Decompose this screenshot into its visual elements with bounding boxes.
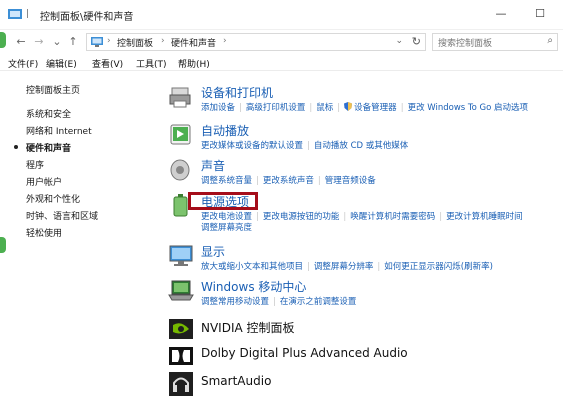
breadcrumb-separator: › <box>161 36 165 46</box>
category-devices-printers: 设备和打印机 添加设备 | 高级打印机设置 | 鼠标 | 设备管理器 | 更改 Windows … <box>168 84 558 114</box>
menu-tools[interactable]: 工具(T) <box>136 57 167 70</box>
category-title[interactable]: Windows 移动中心 <box>201 278 306 295</box>
uac-shield-icon <box>344 102 353 111</box>
address-dropdown-icon[interactable]: ⌄ <box>395 36 403 46</box>
nvidia-icon <box>169 319 193 339</box>
link-adjust-brightness[interactable]: 调整屏幕亮度 <box>201 221 252 233</box>
title-separator: | <box>26 9 30 19</box>
nav-programs[interactable]: 程序 <box>26 158 44 171</box>
laptop-icon <box>168 280 194 301</box>
link-change-media-defaults[interactable]: 更改媒体或设备的默认设置 <box>201 139 303 151</box>
back-arrow-icon[interactable]: ← <box>14 34 28 50</box>
maximize-button[interactable]: ☐ <box>525 4 555 24</box>
category-title[interactable]: Dolby Digital Plus Advanced Audio <box>201 346 408 360</box>
breadcrumb-hardware-sound[interactable]: 硬件和声音 <box>171 36 216 49</box>
navigation-bar: ← → ⌄ ↑ › 控制面板 › 硬件和声音 › ⌄ ↻ 搜索控制面板 ⌕ <box>0 30 563 54</box>
category-mobility-center: Windows 移动中心 调整常用移动设置 | 在演示之前调整设置 <box>168 278 558 308</box>
nav-control-panel-home[interactable]: 控制面板主页 <box>26 83 80 96</box>
menu-view[interactable]: 查看(V) <box>92 57 123 70</box>
category-links-second-line: 调整屏幕亮度 <box>201 221 252 233</box>
link-refresh-rate[interactable]: 如何更正显示器闪烁(刷新率) <box>384 260 493 272</box>
breadcrumb-control-panel[interactable]: 控制面板 <box>117 36 153 49</box>
link-power-button-function[interactable]: 更改电源按钮的功能 <box>263 210 340 222</box>
link-mobility-settings[interactable]: 调整常用移动设置 <box>201 295 269 307</box>
forward-arrow-icon[interactable]: → <box>32 34 46 50</box>
address-bar[interactable]: › 控制面板 › 硬件和声音 › ⌄ ↻ <box>86 33 426 51</box>
nav-appearance[interactable]: 外观和个性化 <box>26 192 80 205</box>
category-links: 调整系统音量 | 更改系统声音 | 管理音频设备 <box>201 174 376 186</box>
printer-icon <box>169 87 191 108</box>
category-title[interactable]: NVIDIA 控制面板 <box>201 319 295 336</box>
category-dolby: Dolby Digital Plus Advanced Audio <box>168 343 558 369</box>
headphones-icon <box>169 372 193 396</box>
up-arrow-icon[interactable]: ↑ <box>66 34 80 50</box>
control-panel-window: | 控制面板\硬件和声音 — ☐ ← → ⌄ ↑ › 控制面板 › 硬件和声音 … <box>0 0 563 411</box>
link-adjust-volume[interactable]: 调整系统音量 <box>201 174 252 186</box>
link-mouse[interactable]: 鼠标 <box>316 101 333 113</box>
dolby-icon <box>169 347 193 365</box>
search-placeholder: 搜索控制面板 <box>438 39 493 49</box>
link-presentation-settings[interactable]: 在演示之前调整设置 <box>280 295 357 307</box>
refresh-icon[interactable]: ↻ <box>412 35 421 48</box>
category-smartaudio: SmartAudio <box>168 371 558 397</box>
breadcrumb-separator: › <box>223 36 227 46</box>
current-item-bullet <box>14 145 18 149</box>
link-manage-audio-devices[interactable]: 管理音频设备 <box>325 174 376 186</box>
title-bar: | 控制面板\硬件和声音 — ☐ <box>0 0 563 30</box>
menu-bar: 文件(F) 编辑(E) 查看(V) 工具(T) 帮助(H) <box>0 55 563 71</box>
link-screen-resolution[interactable]: 调整屏幕分辨率 <box>314 260 374 272</box>
control-panel-icon <box>91 37 103 47</box>
category-links: 调整常用移动设置 | 在演示之前调整设置 <box>201 295 357 307</box>
category-title[interactable]: 设备和打印机 <box>201 84 273 101</box>
link-text-size[interactable]: 放大或缩小文本和其他项目 <box>201 260 303 272</box>
category-autoplay: 自动播放 更改媒体或设备的默认设置 | 自动播放 CD 或其他媒体 <box>168 122 558 152</box>
category-links: 放大或缩小文本和其他项目 | 调整屏幕分辨率 | 如何更正显示器闪烁(刷新率) <box>201 260 493 272</box>
category-title[interactable]: 显示 <box>201 243 225 260</box>
autoplay-icon <box>170 124 191 145</box>
category-sound: 声音 调整系统音量 | 更改系统声音 | 管理音频设备 <box>168 157 558 187</box>
left-navigation: 控制面板主页 系统和安全 网络和 Internet 硬件和声音 程序 用户帐户 … <box>0 72 140 411</box>
minimize-button[interactable]: — <box>486 4 516 24</box>
menu-help[interactable]: 帮助(H) <box>178 57 210 70</box>
nav-ease-of-access[interactable]: 轻松使用 <box>26 226 62 239</box>
link-windows-to-go[interactable]: 更改 Windows To Go 启动选项 <box>408 101 529 113</box>
link-device-manager[interactable]: 设备管理器 <box>354 101 397 113</box>
link-autoplay-cd[interactable]: 自动播放 CD 或其他媒体 <box>314 139 408 151</box>
link-add-device[interactable]: 添加设备 <box>201 101 235 113</box>
category-links: 添加设备 | 高级打印机设置 | 鼠标 | 设备管理器 | 更改 Windows To Go 启… <box>201 101 529 113</box>
nav-network-internet[interactable]: 网络和 Internet <box>26 124 92 137</box>
search-icon[interactable]: ⌕ <box>547 35 553 46</box>
nav-system-security[interactable]: 系统和安全 <box>26 107 71 120</box>
category-links: 更改媒体或设备的默认设置 | 自动播放 CD 或其他媒体 <box>201 139 409 151</box>
nav-clock-language-region[interactable]: 时钟、语言和区域 <box>26 209 98 222</box>
search-input[interactable]: 搜索控制面板 ⌕ <box>432 33 558 51</box>
menu-edit[interactable]: 编辑(E) <box>46 57 77 70</box>
speaker-icon <box>170 159 190 181</box>
category-title[interactable]: 自动播放 <box>201 122 249 139</box>
menu-file[interactable]: 文件(F) <box>8 57 38 70</box>
window-title: 控制面板\硬件和声音 <box>40 12 134 23</box>
breadcrumb-separator: › <box>107 36 111 46</box>
category-display: 显示 放大或缩小文本和其他项目 | 调整屏幕分辨率 | 如何更正显示器闪烁(刷新率) <box>168 243 558 273</box>
monitor-icon <box>169 245 193 266</box>
nav-hardware-sound[interactable]: 硬件和声音 <box>26 141 71 154</box>
category-title[interactable]: 声音 <box>201 157 225 174</box>
link-require-password-wake[interactable]: 唤醒计算机时需要密码 <box>350 210 435 222</box>
control-panel-app-icon <box>8 9 22 19</box>
category-title[interactable]: SmartAudio <box>201 374 271 388</box>
link-change-sleep-time[interactable]: 更改计算机睡眠时间 <box>446 210 523 222</box>
nav-user-accounts[interactable]: 用户帐户 <box>26 175 62 188</box>
link-change-system-sounds[interactable]: 更改系统声音 <box>263 174 314 186</box>
power-options-highlight-box <box>188 192 258 210</box>
link-advanced-printer-setup[interactable]: 高级打印机设置 <box>246 101 306 113</box>
recent-locations-icon[interactable]: ⌄ <box>50 34 64 50</box>
category-nvidia: NVIDIA 控制面板 <box>168 316 558 342</box>
